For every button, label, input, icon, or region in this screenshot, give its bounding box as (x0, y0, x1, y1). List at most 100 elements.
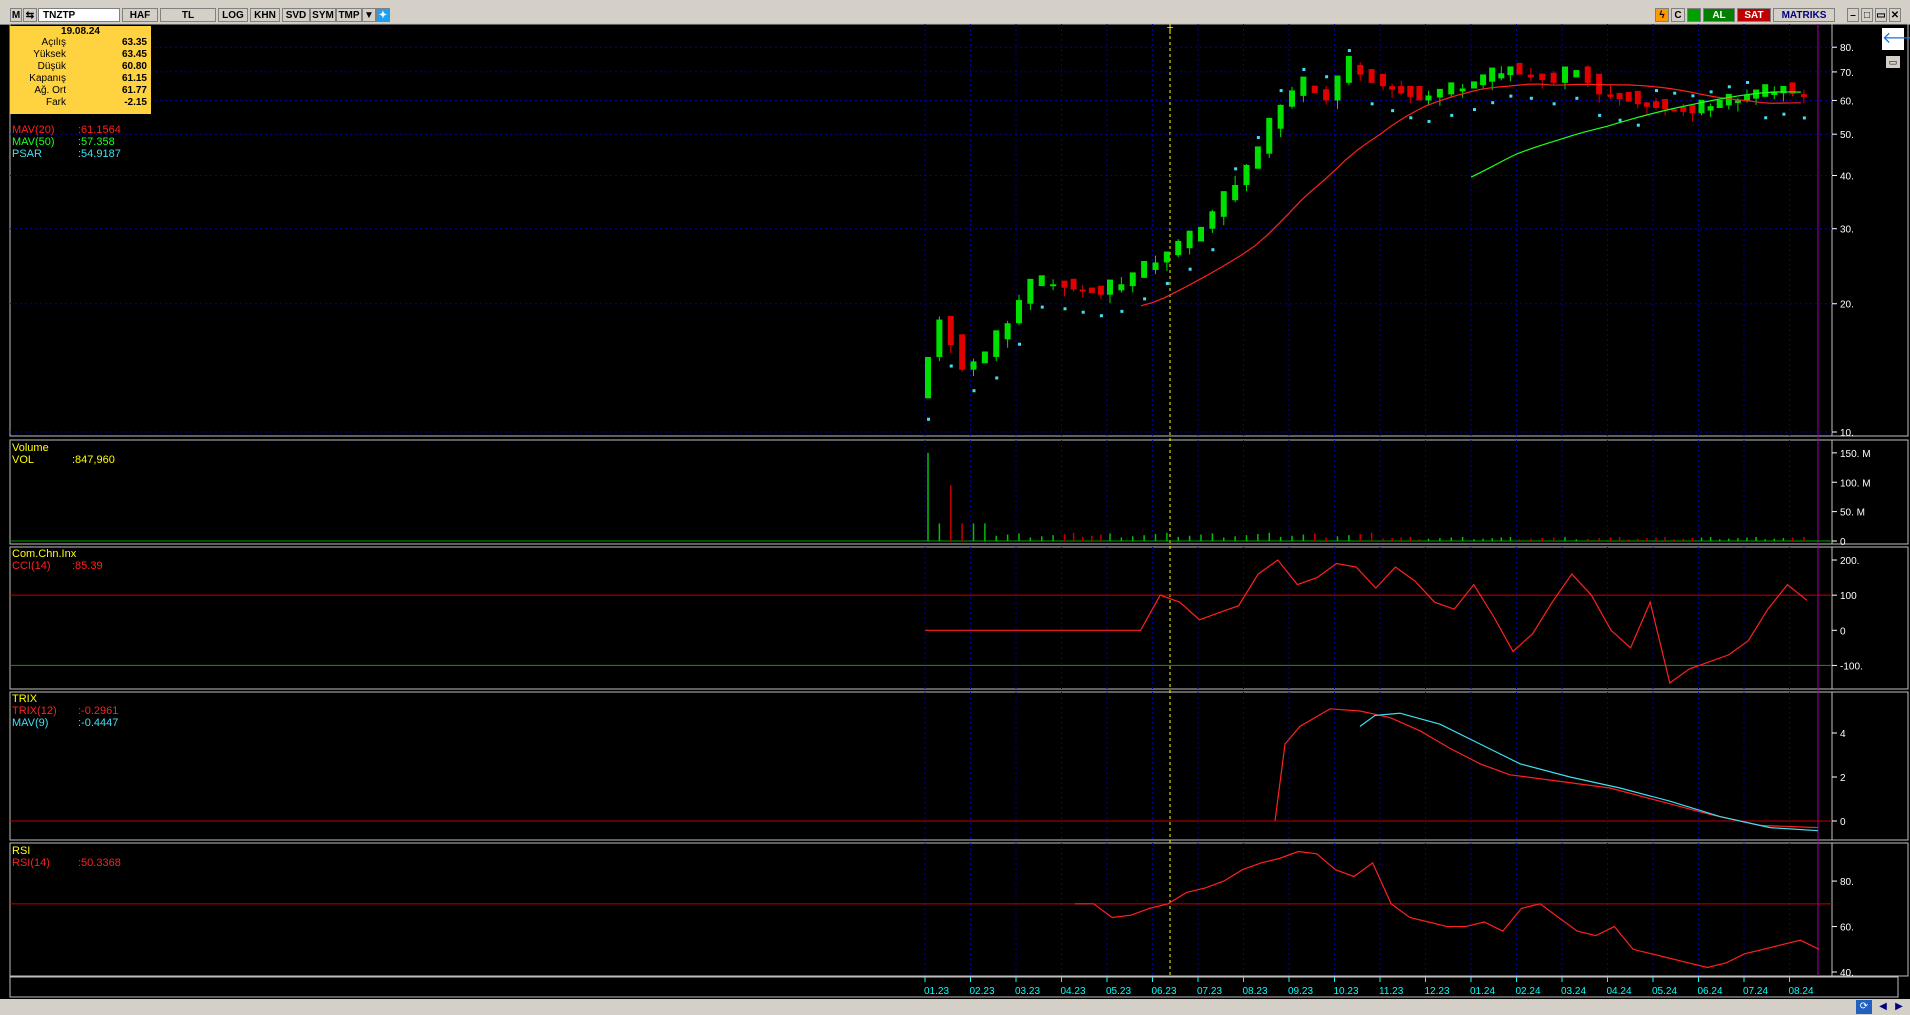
candle-body (1389, 86, 1396, 90)
candle-body (1507, 66, 1514, 76)
legend-psar[interactable]: PSAR :54.9187 (12, 148, 121, 160)
candle-body (1584, 66, 1591, 83)
date-tick-label: 09.23 (1288, 986, 1313, 997)
psar-dot (1256, 136, 1260, 140)
legend-rsi[interactable]: RSI(14):50.3368 (12, 857, 121, 869)
candle-body (1407, 85, 1414, 97)
info-label: Ağ. Ort (34, 85, 66, 96)
scroll-prev-icon[interactable]: ◀ (1876, 1000, 1890, 1014)
price-tick-label: 30. (1840, 225, 1854, 236)
candle-body (1380, 73, 1386, 87)
legend-name: MAV(50) (12, 136, 55, 148)
candle-body (1716, 99, 1723, 109)
legend-trix-mav[interactable]: MAV(9) :-0.4447 (12, 717, 118, 729)
candle-body (1232, 184, 1239, 201)
psar-dot (995, 376, 999, 380)
date-tick-label: 03.24 (1561, 986, 1586, 997)
cci-tick-label: 0 (1840, 626, 1846, 637)
legend-value: :57.358 (78, 136, 115, 148)
candle-body (993, 330, 1000, 357)
date-tick-label: 10.23 (1334, 986, 1359, 997)
candle-body (1480, 74, 1487, 86)
candle-body (1266, 117, 1273, 154)
scroll-next-icon[interactable]: ▶ (1892, 1000, 1906, 1014)
psar-dot (1279, 89, 1283, 93)
candle-body (1734, 100, 1741, 103)
psar-dot (1040, 305, 1044, 309)
legend-name: MAV(20) (12, 124, 55, 136)
legend-value: :50.3368 (78, 857, 121, 869)
cursor-marker-label: T (1167, 26, 1173, 37)
date-tick-label: 06.24 (1698, 986, 1723, 997)
info-label: Yüksek (33, 49, 66, 60)
candle-body (1800, 94, 1807, 97)
info-value: 60.80 (121, 61, 147, 72)
info-value: 61.15 (121, 73, 147, 84)
info-row-high: Yüksek 63.45 (10, 49, 151, 61)
candle-body (1448, 82, 1455, 95)
legend-value: :54.9187 (78, 148, 121, 160)
psar-dot (949, 364, 953, 368)
candle-body (1311, 85, 1318, 93)
panel-toggle-icon[interactable]: ▭ (1886, 56, 1900, 68)
psar-dot (1143, 297, 1147, 301)
psar-dot (1302, 68, 1306, 72)
price-legend: MAV(20) :61.1564 MAV(50) :57.358 PSAR :54.9… (12, 124, 121, 160)
legend-vol[interactable]: VOL:847,960 (12, 454, 115, 466)
info-label: Düşük (37, 61, 66, 72)
candle-body (1027, 278, 1034, 304)
psar-dot (1211, 248, 1215, 252)
date-tick-label: 07.24 (1743, 986, 1768, 997)
date-tick-label: 03.23 (1015, 986, 1040, 997)
psar-dot (1325, 75, 1329, 79)
candle-body (1471, 81, 1477, 89)
legend-name: CCI(14) (12, 560, 51, 572)
psar-dot (1598, 113, 1602, 117)
rsi-tick-label: 40. (1840, 968, 1854, 979)
candle-body (936, 319, 943, 357)
legend-trix[interactable]: TRIX(12) :-0.2961 (12, 705, 118, 717)
date-tick-label: 01.24 (1470, 986, 1495, 997)
legend-name: MAV(9) (12, 717, 49, 729)
legend-value: :61.1564 (78, 124, 121, 136)
cci-tick-label: 200. (1840, 556, 1859, 567)
psar-dot (1473, 108, 1476, 112)
candle-body (1550, 72, 1557, 83)
trix-tick-label: 2 (1840, 773, 1846, 784)
candle-body (1689, 104, 1696, 114)
candle-body (1079, 289, 1086, 292)
legend-name: PSAR (12, 148, 42, 160)
legend-mav20[interactable]: MAV(20) :61.1564 (12, 124, 121, 136)
candle-body (1061, 280, 1068, 288)
scroll-left-arrow-icon[interactable]: 🡐 (1882, 28, 1910, 50)
legend-value: :-0.4447 (78, 717, 119, 729)
legend-mav50[interactable]: MAV(50) :57.358 (12, 136, 115, 148)
legend-name: TRIX(12) (12, 705, 57, 717)
candle-body (1671, 109, 1678, 112)
candle-body (1573, 70, 1580, 78)
price-panel-frame (9, 23, 1833, 437)
info-value: 63.45 (121, 49, 147, 60)
psar-dot (1618, 118, 1622, 122)
chart-canvas[interactable]: 01.23 02.23 03.23 04.23 05.23 06.23 07.23 08.23… (0, 0, 1910, 1015)
psar-dot (1782, 112, 1786, 116)
sync-icon[interactable]: ⟳ (1856, 1000, 1872, 1014)
date-tick-label: 07.23 (1197, 986, 1222, 997)
candle-body (1038, 275, 1045, 287)
date-tick-label: 04.24 (1607, 986, 1632, 997)
candle-body (947, 315, 954, 346)
candle-body (1070, 278, 1077, 290)
date-tick-label: 05.24 (1652, 986, 1677, 997)
psar-dot (1099, 314, 1103, 318)
candle-body (1744, 94, 1750, 101)
cci-tick-label: 100 (1840, 591, 1857, 602)
panel-title: TRIX (12, 693, 38, 705)
candle-body (970, 361, 977, 370)
date-tick-label: 12.23 (1425, 986, 1450, 997)
candle-body (1436, 88, 1443, 98)
psar-dot (1509, 94, 1513, 98)
legend-value: :-0.2961 (78, 705, 119, 717)
volume-tick-label: 0 (1840, 537, 1846, 548)
legend-cci[interactable]: CCI(14):85.39 (12, 560, 103, 572)
trix-panel-frame (9, 691, 1833, 841)
